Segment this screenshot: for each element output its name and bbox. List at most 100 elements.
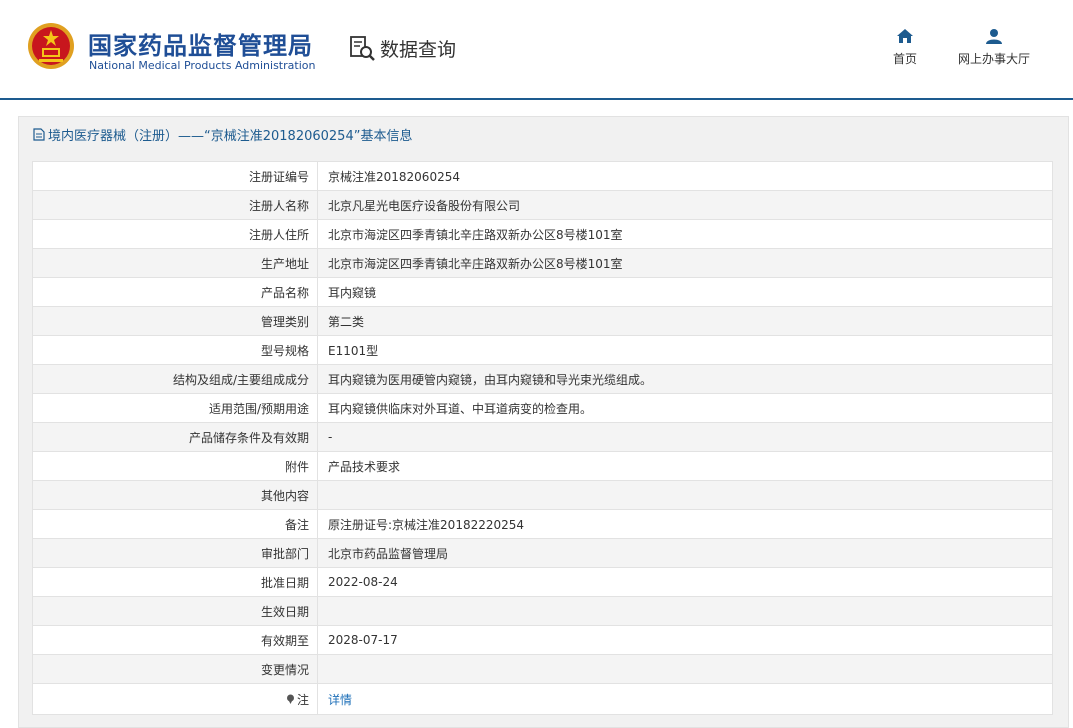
table-row: 审批部门 北京市药品监督管理局 (32, 538, 1053, 568)
field-value: 第二类 (317, 306, 1053, 336)
table-row: 注册证编号 京械注准20182060254 (32, 161, 1053, 191)
field-label: 注册人名称 (32, 190, 318, 220)
field-label-text: 适用范围/预期用途 (208, 401, 309, 416)
org-name-en: National Medical Products Administration (89, 59, 316, 72)
field-value: 耳内窥镜为医用硬管内窥镜，由耳内窥镜和导光束光缆组成。 (317, 364, 1053, 394)
field-value: 原注册证号:京械注准20182220254 (317, 509, 1053, 539)
field-value-text: 耳内窥镜 (328, 285, 377, 300)
field-value (317, 654, 1053, 684)
field-label-text: 产品储存条件及有效期 (188, 430, 309, 445)
table-row: 生产地址 北京市海淀区四季青镇北辛庄路双新办公区8号楼101室 (32, 248, 1053, 278)
table-row: 产品储存条件及有效期 - (32, 422, 1053, 452)
field-label-text: 备注 (284, 517, 309, 532)
field-value: 北京市海淀区四季青镇北辛庄路双新办公区8号楼101室 (317, 219, 1053, 249)
field-value: - (317, 422, 1053, 452)
field-label: 附件 (32, 451, 318, 481)
table-row: 批准日期 2022-08-24 (32, 567, 1053, 597)
field-value-text: 第二类 (328, 314, 365, 329)
panel-title: 境内医疗器械（注册）——“京械注准20182060254”基本信息 (33, 125, 412, 144)
national-emblem-icon (28, 23, 74, 69)
basic-info-panel: 境内医疗器械（注册）——“京械注准20182060254”基本信息 注册证编号 京… (18, 116, 1069, 728)
field-value-text: 耳内窥镜为医用硬管内窥镜，由耳内窥镜和导光束光缆组成。 (328, 372, 653, 387)
field-value: 耳内窥镜供临床对外耳道、中耳道病变的检查用。 (317, 393, 1053, 423)
field-label-text: 注册证编号 (248, 169, 309, 184)
field-value: 2022-08-24 (317, 567, 1053, 597)
field-label-text: 生效日期 (260, 604, 309, 619)
field-label: 型号规格 (32, 335, 318, 365)
field-label-text: 有效期至 (260, 633, 309, 648)
field-label-text: 生产地址 (260, 256, 309, 271)
field-label-text: 注 (296, 692, 309, 707)
note-pin-icon (286, 694, 294, 704)
table-row: 其他内容 (32, 480, 1053, 510)
field-value: 北京市海淀区四季青镇北辛庄路双新办公区8号楼101室 (317, 248, 1053, 278)
field-value: 产品技术要求 (317, 451, 1053, 481)
table-row: 注册人名称 北京凡星光电医疗设备股份有限公司 (32, 190, 1053, 220)
table-row: 有效期至 2028-07-17 (32, 625, 1053, 655)
field-label-text: 型号规格 (260, 343, 309, 358)
field-label-text: 批准日期 (260, 575, 309, 590)
user-icon (986, 29, 1002, 44)
field-label: 生效日期 (32, 596, 318, 626)
org-name-cn: 国家药品监督管理局 (88, 32, 313, 60)
details-link[interactable]: 详情 (328, 693, 352, 707)
field-label: 产品名称 (32, 277, 318, 307)
field-value-text: 北京凡星光电医疗设备股份有限公司 (328, 198, 521, 213)
info-table: 注册证编号 京械注准20182060254 注册人名称 北京凡星光电医疗设备股份有限公… (32, 161, 1053, 715)
field-value-text: E1101型 (328, 343, 379, 358)
field-label: 产品储存条件及有效期 (32, 422, 318, 452)
field-value-text: 产品技术要求 (328, 459, 401, 474)
field-value-text: 原注册证号:京械注准20182220254 (328, 517, 525, 532)
field-value-text: 2022-08-24 (328, 575, 398, 589)
field-value-text: 北京市海淀区四季青镇北辛庄路双新办公区8号楼101室 (328, 227, 623, 242)
field-label: 结构及组成/主要组成成分 (32, 364, 318, 394)
table-row: 变更情况 (32, 654, 1053, 684)
site-header: 国家药品监督管理局 National Medical Products Admi… (0, 0, 1073, 100)
field-value: 详情 (317, 683, 1053, 715)
field-label: 生产地址 (32, 248, 318, 278)
field-label-text: 管理类别 (260, 314, 309, 329)
field-value: 北京市药品监督管理局 (317, 538, 1053, 568)
field-value-text: 京械注准20182060254 (328, 169, 460, 184)
field-label: 变更情况 (32, 654, 318, 684)
field-label: 注册证编号 (32, 161, 318, 191)
field-value (317, 480, 1053, 510)
field-label-text: 产品名称 (260, 285, 309, 300)
table-row: 产品名称 耳内窥镜 (32, 277, 1053, 307)
field-label-text: 其他内容 (260, 488, 309, 503)
field-value-text: 北京市海淀区四季青镇北辛庄路双新办公区8号楼101室 (328, 256, 623, 271)
field-label: 注册人住所 (32, 219, 318, 249)
field-value: 耳内窥镜 (317, 277, 1053, 307)
field-value (317, 596, 1053, 626)
nav-online-service-hall-label: 网上办事大厅 (958, 52, 1031, 66)
nav-home[interactable]: 首页 (893, 28, 917, 67)
field-label: 批准日期 (32, 567, 318, 597)
data-query-link[interactable]: 数据查询 (348, 34, 456, 62)
nav-online-service-hall[interactable]: 网上办事大厅 (958, 28, 1030, 67)
field-value: 2028-07-17 (317, 625, 1053, 655)
table-row: 适用范围/预期用途 耳内窥镜供临床对外耳道、中耳道病变的检查用。 (32, 393, 1053, 423)
field-label-text: 审批部门 (260, 546, 309, 561)
table-row: 生效日期 (32, 596, 1053, 626)
field-label: 注 (32, 683, 318, 715)
field-value-text: 耳内窥镜供临床对外耳道、中耳道病变的检查用。 (328, 401, 593, 416)
field-label-text: 附件 (284, 459, 309, 474)
field-label: 其他内容 (32, 480, 318, 510)
field-label: 审批部门 (32, 538, 318, 568)
field-label-text: 注册人住所 (248, 227, 309, 242)
field-label: 适用范围/预期用途 (32, 393, 318, 423)
document-search-icon (350, 36, 375, 61)
field-value: 京械注准20182060254 (317, 161, 1053, 191)
document-icon (33, 128, 45, 141)
field-label: 管理类别 (32, 306, 318, 336)
panel-title-text: 境内医疗器械（注册）——“京械注准20182060254”基本信息 (48, 129, 413, 144)
field-value-text: 北京市药品监督管理局 (328, 546, 449, 561)
field-label-text: 注册人名称 (248, 198, 309, 213)
field-label: 备注 (32, 509, 318, 539)
nav-home-label: 首页 (893, 52, 918, 66)
table-row: 注册人住所 北京市海淀区四季青镇北辛庄路双新办公区8号楼101室 (32, 219, 1053, 249)
field-label: 有效期至 (32, 625, 318, 655)
field-value: E1101型 (317, 335, 1053, 365)
table-row: 管理类别 第二类 (32, 306, 1053, 336)
field-value-text: 2028-07-17 (328, 633, 398, 647)
